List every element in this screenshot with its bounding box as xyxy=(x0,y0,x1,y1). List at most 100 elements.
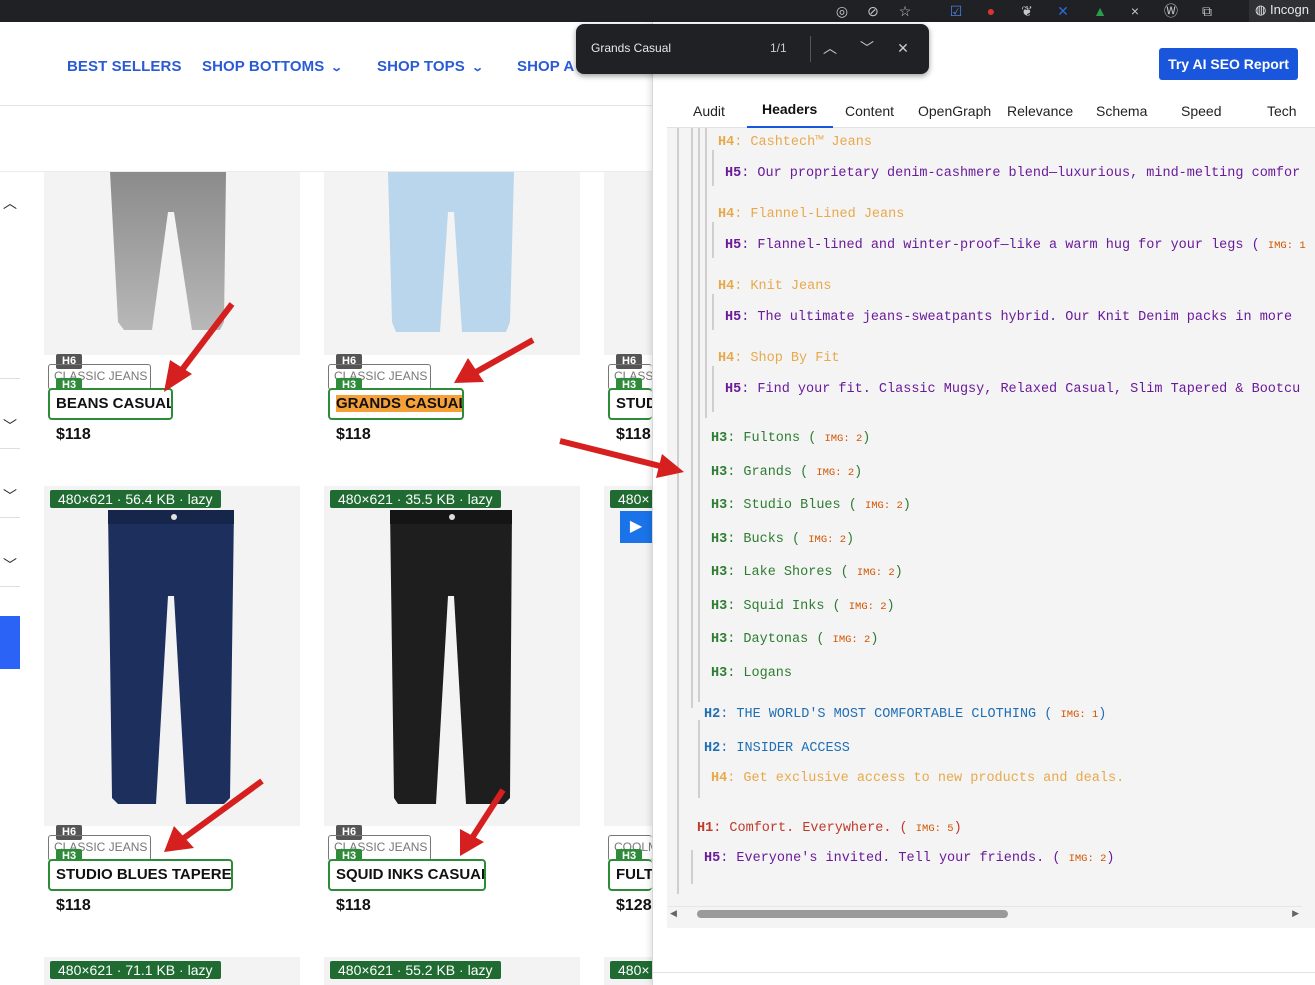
nav-shop-bottoms[interactable]: SHOP BOTTOMS ⌄ xyxy=(202,58,344,75)
product-name[interactable]: STUDIO BLUES TAPERED xyxy=(48,859,233,891)
divider xyxy=(653,972,1315,973)
lens-icon[interactable]: ◎ xyxy=(832,1,852,21)
tab-tech[interactable]: Tech xyxy=(1267,103,1297,119)
header-row[interactable]: H3: Grands ( IMG: 2) xyxy=(711,465,862,480)
divider xyxy=(810,36,811,62)
product-price: $128 xyxy=(616,897,652,914)
find-query[interactable]: Grands Casual xyxy=(591,41,671,55)
tree-line xyxy=(705,128,707,418)
nav-shop-tops[interactable]: SHOP TOPS ⌄ xyxy=(377,58,484,75)
nav-best-sellers[interactable]: BEST SELLERS xyxy=(67,58,182,75)
divider xyxy=(0,448,20,449)
product-image[interactable] xyxy=(44,172,300,355)
product-name[interactable]: BEANS CASUAL xyxy=(48,388,173,420)
header-row[interactable]: H1: Comfort. Everywhere. ( IMG: 5) xyxy=(697,821,962,836)
tree-line xyxy=(698,128,700,702)
tree-line xyxy=(691,128,693,708)
tab-content[interactable]: Content xyxy=(845,103,894,119)
tree-line xyxy=(712,222,714,258)
header-row[interactable]: H5: The ultimate jeans-sweatpants hybrid… xyxy=(725,310,1292,325)
tab-audit[interactable]: Audit xyxy=(693,103,725,119)
find-count: 1/1 xyxy=(770,41,787,55)
search-highlight: GRANDS CASUAL xyxy=(336,395,462,412)
product-name[interactable]: STUD xyxy=(608,388,652,420)
product-image[interactable] xyxy=(324,172,580,355)
image-size-badge: 480× xyxy=(610,490,658,508)
puzzle-icon[interactable]: ⧉ xyxy=(1197,1,1217,21)
product-price: $118 xyxy=(336,897,371,914)
jeans-image xyxy=(108,510,234,804)
product-name[interactable]: FULTO xyxy=(608,859,652,891)
tree-line xyxy=(712,150,714,186)
header-row[interactable]: H3: Logans xyxy=(711,666,792,681)
product-name[interactable]: GRANDS CASUAL xyxy=(328,388,464,420)
header-row[interactable]: H5: Our proprietary denim-cashmere blend… xyxy=(725,166,1300,181)
header-row[interactable]: H5: Everyone's invited. Tell your friend… xyxy=(704,851,1115,866)
chevron-down-icon[interactable]: ﹀ xyxy=(0,486,20,506)
wordpress-icon[interactable]: Ⓦ xyxy=(1161,1,1181,21)
product-image[interactable] xyxy=(44,486,300,826)
product-image[interactable] xyxy=(324,486,580,826)
tree-line xyxy=(698,720,700,798)
tree-line xyxy=(712,294,714,330)
product-image[interactable] xyxy=(604,172,652,355)
tree-line xyxy=(712,366,714,412)
extension-chart-icon[interactable]: ▲ xyxy=(1090,1,1110,21)
header-row[interactable]: H3: Daytonas ( IMG: 2) xyxy=(711,632,878,647)
chevron-down-icon[interactable]: ﹀ xyxy=(0,555,20,575)
tab-speed[interactable]: Speed xyxy=(1181,103,1221,119)
eye-off-icon[interactable]: ⊘ xyxy=(863,1,883,21)
header-row[interactable]: H2: INSIDER ACCESS xyxy=(704,741,850,756)
close-icon[interactable]: ✕ xyxy=(893,38,913,58)
browser-toolbar: ◎ ⊘ ☆ ☑ ● ❦ ✕ ▲ × Ⓦ ⧉ ◍ Incogn xyxy=(0,0,1315,22)
chevron-up-icon[interactable]: ︿ xyxy=(820,38,840,58)
tab-headers[interactable]: Headers xyxy=(762,101,817,117)
header-row[interactable]: H5: Flannel-lined and winter-proof—like … xyxy=(725,238,1306,253)
scroll-right-icon[interactable]: ▶ xyxy=(1292,908,1299,919)
tree-line xyxy=(691,850,693,884)
incognito-icon: ◍ xyxy=(1254,2,1270,17)
incognito-indicator[interactable]: ◍ Incogn xyxy=(1248,0,1315,22)
extension-check-icon[interactable]: ☑ xyxy=(946,1,966,21)
header-row[interactable]: H4: Cashtech™ Jeans xyxy=(718,135,872,150)
chevron-down-icon[interactable]: ﹀ xyxy=(0,416,20,436)
scrollbar-thumb[interactable] xyxy=(697,910,1008,918)
header-row[interactable]: H2: THE WORLD'S MOST COMFORTABLE CLOTHIN… xyxy=(704,707,1106,722)
product-price: $118 xyxy=(616,426,651,443)
tab-schema[interactable]: Schema xyxy=(1096,103,1147,119)
extension-red-icon[interactable]: ● xyxy=(981,1,1001,21)
image-size-badge: 480×621 · 35.5 KB · lazy xyxy=(330,490,501,508)
seo-extension-panel: Try AI SEO Report Audit Headers Content … xyxy=(652,22,1315,985)
incognito-label: Incogn xyxy=(1269,2,1309,17)
tab-relevance[interactable]: Relevance xyxy=(1007,103,1073,119)
header-row[interactable]: H3: Fultons ( IMG: 2) xyxy=(711,431,870,446)
header-row[interactable]: H3: Bucks ( IMG: 2) xyxy=(711,532,854,547)
header-row[interactable]: H4: Get exclusive access to new products… xyxy=(711,771,1124,786)
tree-line xyxy=(677,128,679,894)
header-row[interactable]: H3: Squid Inks ( IMG: 2) xyxy=(711,599,895,614)
header-row[interactable]: H4: Shop By Fit xyxy=(718,351,840,366)
header-row[interactable]: H3: Studio Blues ( IMG: 2) xyxy=(711,498,911,513)
star-icon[interactable]: ☆ xyxy=(895,1,915,21)
product-name[interactable]: SQUID INKS CASUAL xyxy=(328,859,486,891)
extension-x-icon[interactable]: ✕ xyxy=(1053,1,1073,21)
header-row[interactable]: H4: Flannel-Lined Jeans xyxy=(718,207,904,222)
header-row[interactable]: H4: Knit Jeans xyxy=(718,279,831,294)
header-row[interactable]: H5: Find your fit. Classic Mugsy, Relaxe… xyxy=(725,382,1300,397)
header-row[interactable]: H3: Lake Shores ( IMG: 2) xyxy=(711,565,903,580)
extension-leaf-icon[interactable]: ❦ xyxy=(1017,1,1037,21)
extension-close-icon[interactable]: × xyxy=(1125,1,1145,21)
chevron-up-icon[interactable]: ︿ xyxy=(0,193,20,213)
filter-bar xyxy=(0,106,652,172)
horizontal-scrollbar[interactable]: ◀ ▶ xyxy=(667,906,1302,921)
chevron-down-icon: ⌄ xyxy=(330,62,344,74)
sidebar-tab[interactable] xyxy=(0,616,20,669)
nav-shop-all[interactable]: SHOP A xyxy=(517,58,574,75)
tab-opengraph[interactable]: OpenGraph xyxy=(918,103,991,119)
product-price: $118 xyxy=(336,426,371,443)
ai-seo-report-button[interactable]: Try AI SEO Report xyxy=(1159,48,1298,80)
chevron-down-icon[interactable]: ﹀ xyxy=(857,38,877,58)
play-icon[interactable]: ▶ xyxy=(620,511,652,543)
product-price: $118 xyxy=(56,897,91,914)
scroll-left-icon[interactable]: ◀ xyxy=(670,908,677,919)
